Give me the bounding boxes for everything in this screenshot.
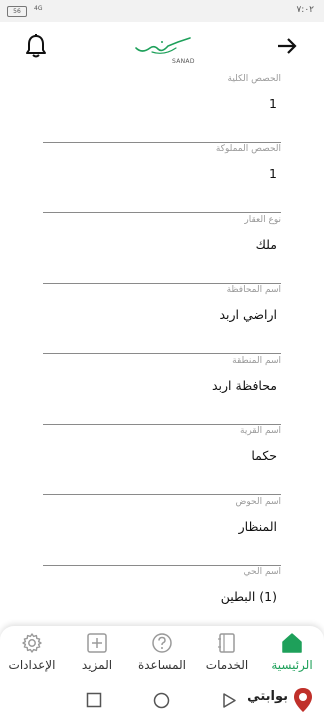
field-label: الحصص المملوكة [215,144,281,154]
nav-label: الإعدادات [8,658,56,672]
back-button[interactable] [222,692,237,713]
circle-icon [153,692,170,709]
battery-icon: 56 [7,6,27,17]
gear-icon [22,633,42,653]
watermark: بوابتي [236,686,316,716]
status-time: ٧:٠٢ [296,5,314,15]
field-value: (1) البطين [220,589,277,604]
watermark-text: بوابتي [247,689,288,704]
recents-button[interactable] [86,692,102,712]
logo-text: SANAD [172,58,195,65]
field-basin: اسم الحوض المنظار [43,495,281,566]
field-label: الحصص الكلية [227,74,281,84]
plus-square-icon [87,633,107,653]
field-label: اسم القرية [240,426,281,436]
app-header: SANAD [0,22,324,72]
square-icon [86,692,102,708]
sanad-logo: SANAD [132,34,194,66]
field-label: اسم الحوض [235,497,281,507]
field-label: اسم الحي [243,567,281,577]
bottom-navigation: الإعدادات المزيد المساعدة الخدمات الرئيس… [0,626,324,682]
field-region: اسم المنطقة محافظة اربد [43,354,281,425]
nav-home[interactable]: الرئيسية [260,630,324,680]
field-value: محافظة اربد [211,378,277,393]
field-value: المنظار [238,519,277,534]
nav-label: الرئيسية [271,658,313,672]
home-icon [282,633,302,653]
home-button[interactable] [153,692,170,713]
nav-label: المساعدة [137,658,187,672]
field-label: اسم المحافظة [226,285,281,295]
notifications-bell-icon[interactable] [24,33,48,59]
nav-help[interactable]: المساعدة [130,630,194,680]
nav-label: الخدمات [205,658,249,672]
signal-indicator: 4G [34,5,43,12]
services-icon [218,633,235,653]
field-property-type: نوع العقار ملك [43,213,281,284]
sanad-logo-mark [135,37,191,54]
help-icon [152,633,172,653]
field-total-shares: الحصص الكلية 1 [43,72,281,143]
field-value: حكما [251,448,277,463]
nav-label: المزيد [81,658,113,672]
field-value: 1 [269,96,277,111]
field-governorate: اسم المحافظة اراضي اربد [43,283,281,354]
back-arrow-icon[interactable] [276,36,298,56]
nav-settings[interactable]: الإعدادات [0,630,64,680]
triangle-back-icon [223,693,236,708]
map-pin-icon [294,688,312,712]
nav-more[interactable]: المزيد [65,630,129,680]
field-value: 1 [269,166,277,181]
field-value: ملك [255,237,277,252]
field-owned-shares: الحصص المملوكة 1 [43,142,281,213]
field-label: نوع العقار [244,215,281,225]
field-label: اسم المنطقة [232,356,281,366]
battery-level: 56 [13,8,21,15]
nav-services[interactable]: الخدمات [195,630,259,680]
field-village: اسم القرية حكما [43,424,281,495]
field-value: اراضي اربد [219,307,277,322]
status-bar: 56 4G ٧:٠٢ [0,0,324,22]
